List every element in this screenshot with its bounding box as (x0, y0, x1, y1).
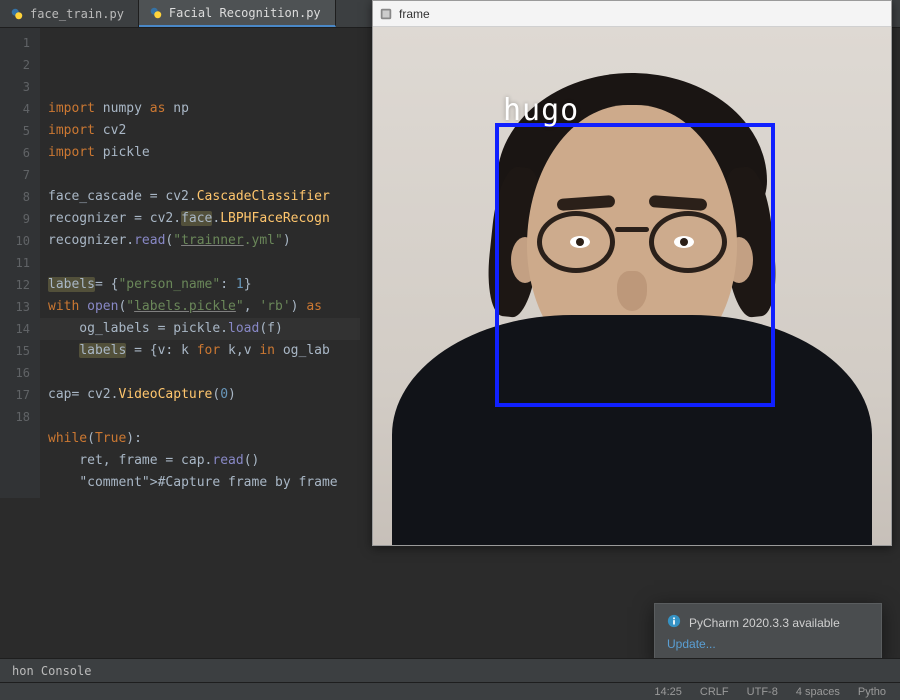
indent-setting[interactable]: 4 spaces (796, 686, 840, 698)
python-file-icon (10, 7, 24, 21)
tab-label: face_train.py (30, 7, 124, 21)
tab-face-train[interactable]: face_train.py (0, 0, 139, 27)
code-area[interactable]: import numpy as np import cv2 import pic… (40, 28, 360, 498)
info-icon (667, 614, 681, 631)
window-titlebar[interactable]: frame (373, 1, 891, 27)
camera-frame: hugo (373, 27, 891, 545)
code-editor[interactable]: 123456789101112131415161718 import numpy… (0, 28, 360, 498)
tab-facial-recognition[interactable]: Facial Recognition.py (139, 0, 336, 27)
window-app-icon (379, 7, 393, 21)
python-console-tab[interactable]: hon Console (12, 664, 91, 678)
interpreter[interactable]: Pytho (858, 686, 886, 698)
face-detection-box (495, 123, 775, 407)
file-encoding[interactable]: UTF-8 (747, 686, 778, 698)
status-bar: 14:25 CRLF UTF-8 4 spaces Pytho (0, 682, 900, 700)
opencv-frame-window[interactable]: frame hugo (372, 0, 892, 546)
update-notification[interactable]: PyCharm 2020.3.3 available Update... (654, 603, 882, 664)
tab-label: Facial Recognition.py (169, 6, 321, 20)
notification-title: PyCharm 2020.3.3 available (689, 616, 840, 630)
line-separator[interactable]: CRLF (700, 686, 729, 698)
tool-window-bar[interactable]: hon Console (0, 658, 900, 682)
update-link[interactable]: Update... (667, 637, 716, 651)
caret-position[interactable]: 14:25 (654, 686, 682, 698)
line-number-gutter: 123456789101112131415161718 (0, 28, 40, 498)
window-title: frame (399, 7, 430, 21)
face-detection-label: hugo (503, 93, 579, 128)
python-file-icon (149, 6, 163, 20)
